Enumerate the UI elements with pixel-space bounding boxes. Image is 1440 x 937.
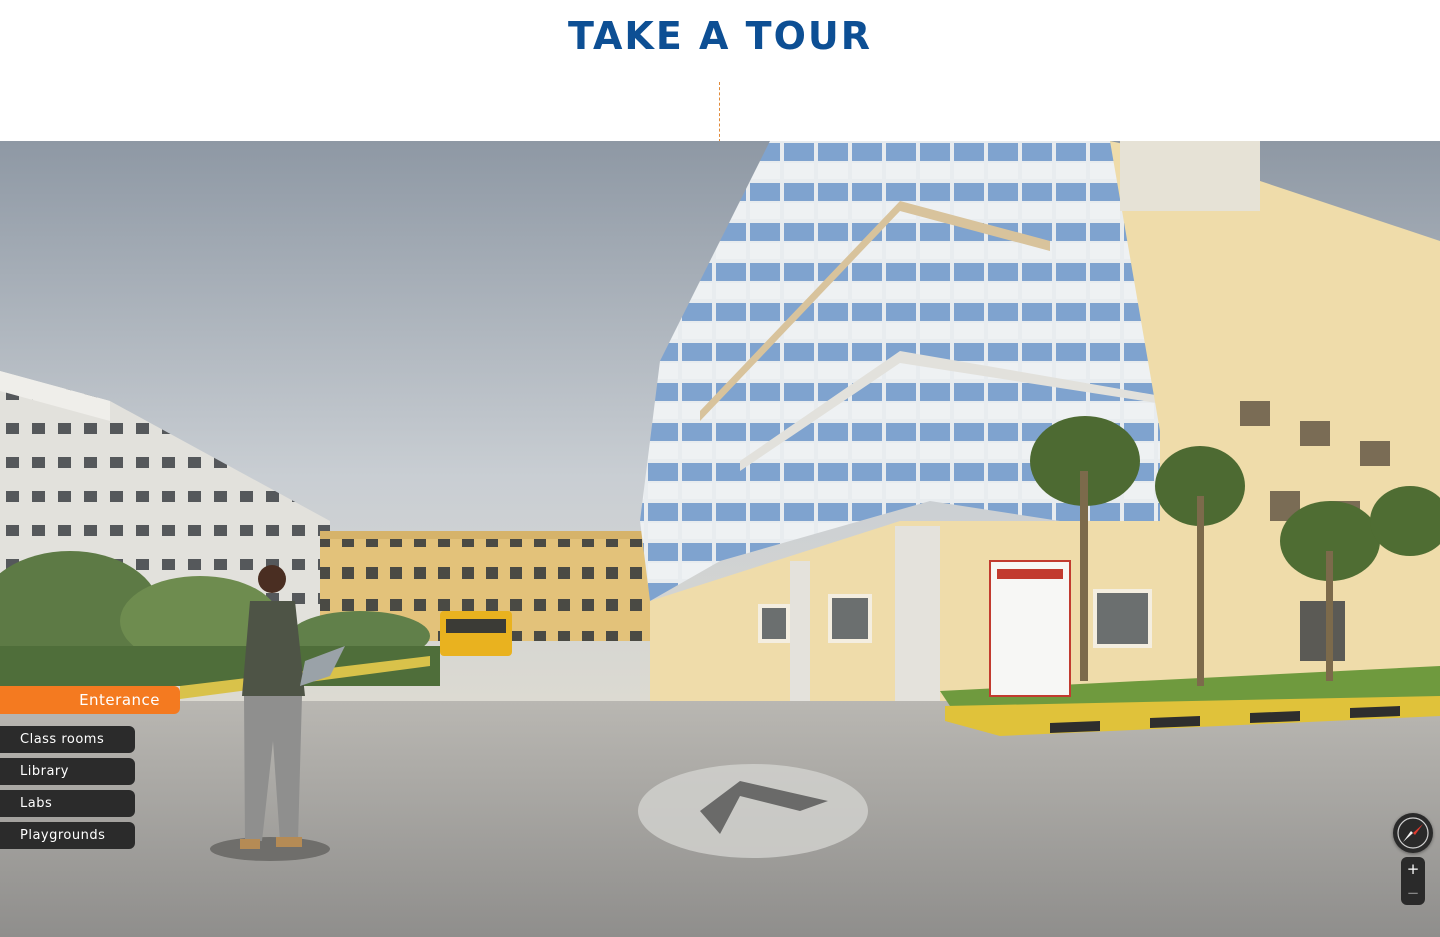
campus-panorama-image [0, 141, 1440, 937]
zoom-out-button[interactable]: − [1401, 881, 1425, 905]
menu-item-labs[interactable]: Labs [0, 790, 135, 817]
compass-button[interactable] [1393, 813, 1433, 853]
menu-item-playgrounds[interactable]: Playgrounds [0, 822, 135, 849]
menu-item-enterance[interactable]: Enterance [0, 686, 180, 714]
page-title: TAKE A TOUR [568, 14, 872, 58]
forward-arrow-icon [638, 764, 868, 858]
compass-icon [1397, 817, 1429, 849]
zoom-in-button[interactable]: + [1401, 857, 1425, 881]
zoom-control: + − [1401, 857, 1425, 905]
menu-item-class-rooms[interactable]: Class rooms [0, 726, 135, 753]
menu-item-library[interactable]: Library [0, 758, 135, 785]
panorama-viewer[interactable] [0, 141, 1440, 937]
